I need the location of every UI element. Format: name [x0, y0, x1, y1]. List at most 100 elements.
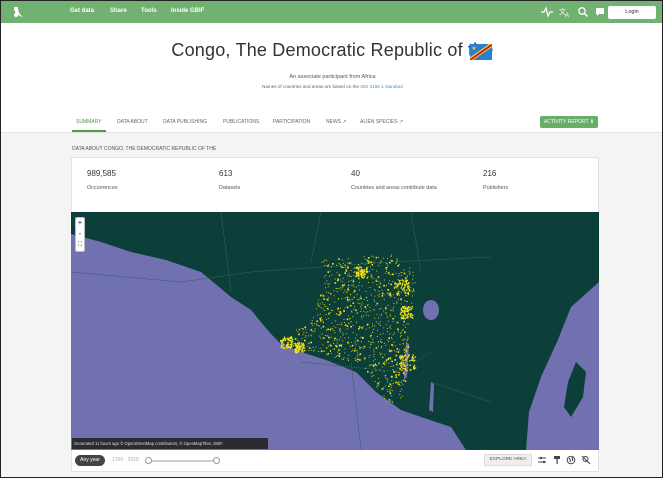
- occurrence-dot: [321, 261, 323, 263]
- occurrence-dot: [394, 285, 396, 287]
- occurrence-dot: [384, 361, 385, 363]
- occurrence-dot: [385, 267, 387, 269]
- feedback-icon[interactable]: [594, 6, 606, 18]
- occurrence-dot: [369, 355, 371, 356]
- occurrence-dot: [375, 363, 376, 365]
- occurrence-dot: [401, 395, 403, 397]
- occurrence-dot: [354, 358, 356, 359]
- any-year-button[interactable]: Any year: [75, 455, 105, 466]
- occurrence-dot: [360, 310, 362, 312]
- occurrence-dot: [342, 262, 344, 264]
- year-slider-track[interactable]: [148, 460, 218, 462]
- occurrence-dot: [356, 356, 358, 358]
- occurrence-dot: [404, 365, 407, 367]
- occurrence-dot: [339, 327, 341, 329]
- occurrence-dot: [342, 334, 344, 336]
- occurrence-dot: [389, 296, 391, 298]
- tab-participation[interactable]: PARTICIPATION: [273, 119, 310, 125]
- globe-icon[interactable]: [566, 455, 576, 465]
- tab-alien-species-label: ALIEN SPECIES: [360, 119, 398, 125]
- zoom-in-button[interactable]: +: [76, 218, 84, 228]
- location-off-icon[interactable]: [581, 455, 591, 465]
- occurrence-dot: [355, 344, 357, 346]
- occurrence-dot: [300, 346, 302, 348]
- occurrence-dot: [364, 258, 366, 260]
- occurrence-dot: [394, 315, 396, 317]
- fullscreen-icon[interactable]: ⛶: [76, 240, 84, 250]
- year-range-label: 1700 - 2019: [112, 457, 139, 463]
- occurrence-dot: [381, 353, 383, 355]
- occurrence-dot: [392, 317, 394, 320]
- occurrence-dot: [359, 282, 360, 283]
- tab-data-publishing[interactable]: DATA PUBLISHING: [163, 119, 207, 125]
- occurrence-dot: [330, 293, 332, 295]
- map-canvas[interactable]: [71, 212, 599, 450]
- stat-datasets-value[interactable]: 613: [219, 169, 232, 178]
- nav-inside-gbif[interactable]: Inside GBIF: [171, 8, 204, 14]
- gbif-logo-icon[interactable]: [11, 5, 25, 19]
- occurrence-dot: [340, 265, 341, 267]
- occurrence-dot: [359, 359, 361, 361]
- occurrence-dot: [370, 344, 371, 346]
- stat-occurrences-value[interactable]: 989,585: [87, 169, 116, 178]
- occurrence-dot: [318, 305, 319, 307]
- occurrence-dot: [356, 334, 358, 336]
- filter-settings-icon[interactable]: [537, 455, 547, 465]
- occurrence-dot: [387, 289, 390, 291]
- activity-report-button[interactable]: ACTIVITY REPORT ⬇: [540, 116, 598, 128]
- occurrence-dot: [412, 314, 414, 317]
- occurrence-dot: [402, 281, 404, 283]
- occurrence-dot: [409, 316, 411, 318]
- occurrence-dot: [370, 341, 372, 343]
- occurrence-dot: [413, 364, 416, 367]
- occurrence-dot: [343, 318, 345, 320]
- occurrence-dot: [346, 268, 348, 270]
- occurrence-dot: [397, 367, 399, 369]
- occurrence-dot: [378, 265, 380, 266]
- activity-icon[interactable]: [541, 6, 553, 18]
- search-icon[interactable]: [577, 6, 589, 18]
- occurrence-map[interactable]: [71, 212, 599, 450]
- stat-publishers-value[interactable]: 216: [483, 169, 496, 178]
- stat-countries-value[interactable]: 40: [351, 169, 360, 178]
- nav-get-data[interactable]: Get data: [70, 8, 94, 14]
- occurrence-dot: [358, 265, 360, 267]
- occurrence-dot: [317, 302, 319, 304]
- occurrence-dot: [319, 294, 322, 297]
- occurrence-dot: [408, 270, 410, 272]
- tab-data-about[interactable]: DATA ABOUT: [117, 119, 148, 125]
- occurrence-dot: [290, 342, 293, 344]
- tab-publications[interactable]: PUBLICATIONS: [223, 119, 259, 125]
- tab-summary[interactable]: SUMMARY: [76, 119, 101, 125]
- zoom-out-button[interactable]: -: [76, 229, 84, 239]
- occurrence-dot: [322, 350, 324, 352]
- occurrence-dot: [345, 270, 348, 272]
- occurrence-dot: [351, 350, 353, 352]
- iso-standard-link[interactable]: ISO 3166-1 standard: [360, 84, 403, 89]
- explore-area-button[interactable]: EXPLORE AREA: [484, 454, 532, 466]
- nav-share[interactable]: Share: [110, 8, 127, 14]
- occurrence-dot: [372, 366, 374, 367]
- occurrence-dot: [361, 327, 363, 329]
- occurrence-dot: [352, 280, 355, 283]
- occurrence-dot: [357, 274, 360, 276]
- occurrence-dot: [346, 290, 348, 292]
- occurrence-dot: [338, 263, 340, 264]
- occurrence-dot: [344, 283, 345, 285]
- occurrence-dot: [359, 303, 361, 305]
- tab-news[interactable]: NEWS ↗: [326, 119, 347, 125]
- translate-icon[interactable]: 文A: [559, 6, 571, 19]
- occurrence-dot: [404, 348, 406, 349]
- nav-tools[interactable]: Tools: [141, 8, 157, 14]
- occurrence-dot: [399, 294, 400, 296]
- login-button[interactable]: Login: [608, 6, 656, 19]
- paint-icon[interactable]: [552, 455, 562, 465]
- occurrence-dot: [409, 272, 411, 274]
- year-slider-end-handle[interactable]: [213, 457, 220, 464]
- occurrence-dot: [302, 351, 304, 353]
- occurrence-dot: [362, 348, 364, 350]
- tab-alien-species[interactable]: ALIEN SPECIES ↗: [360, 119, 403, 125]
- occurrence-dot: [402, 359, 404, 361]
- year-slider-start-handle[interactable]: [145, 457, 152, 464]
- occurrence-dot: [406, 289, 408, 291]
